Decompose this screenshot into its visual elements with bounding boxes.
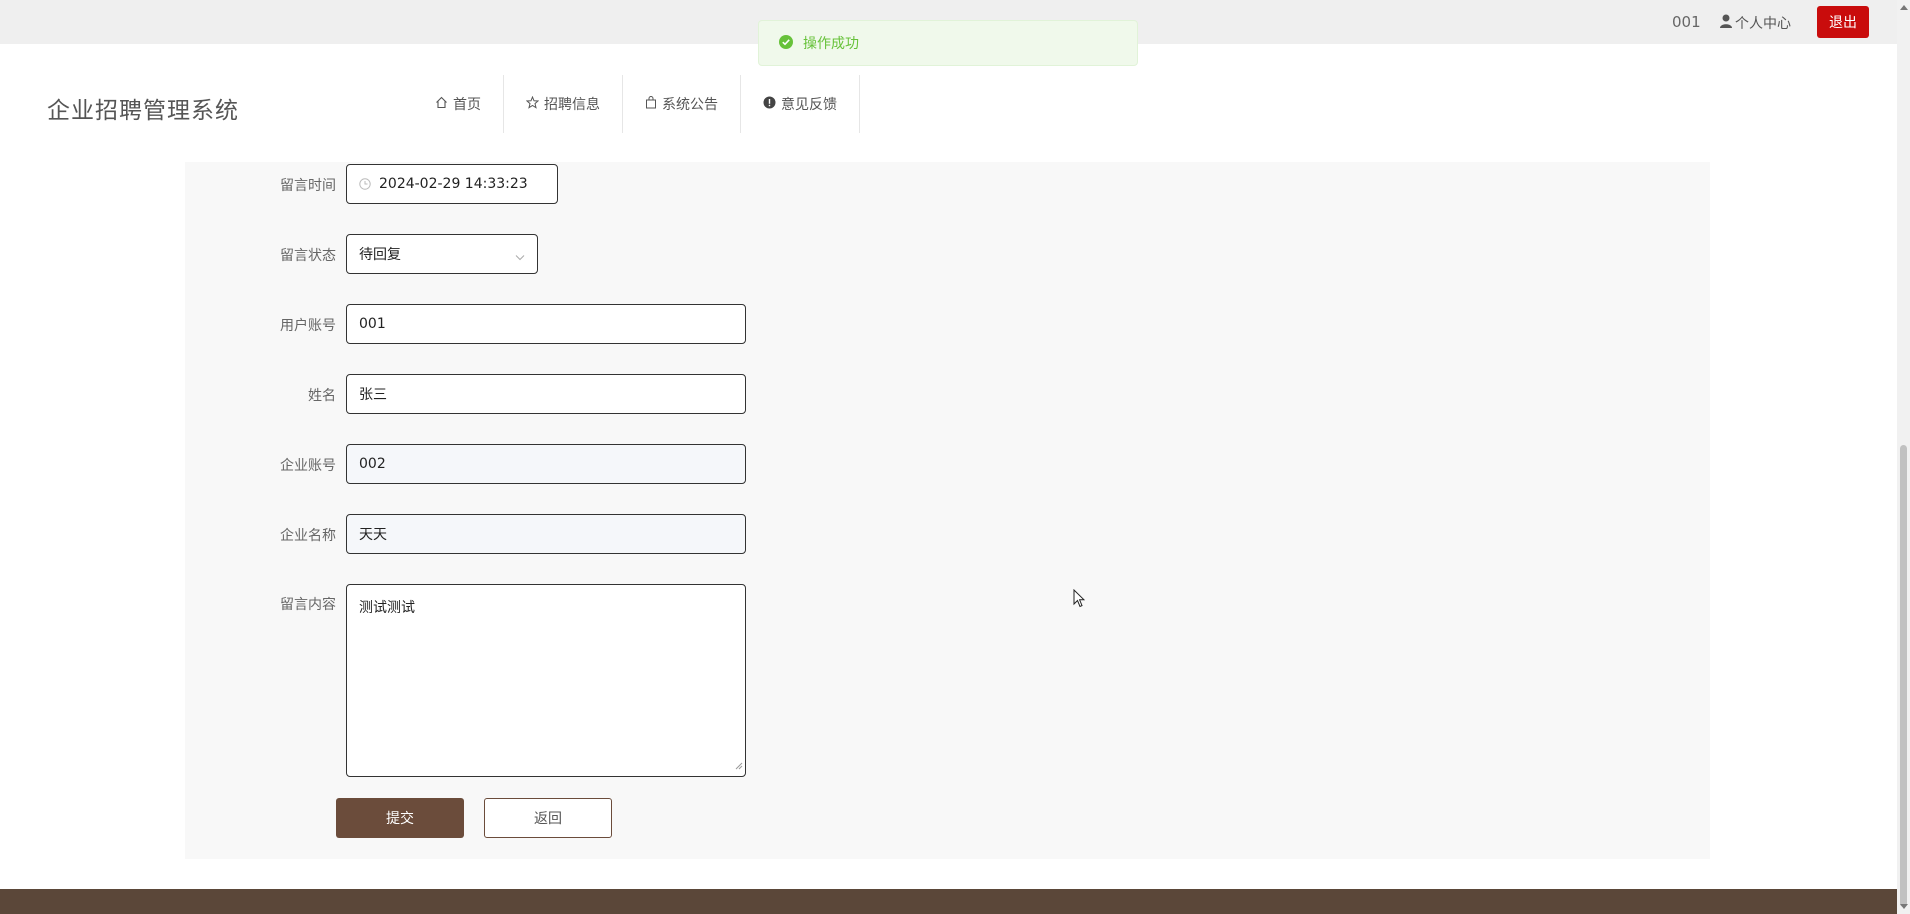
scrollbar-thumb[interactable] — [1900, 445, 1907, 907]
username-label: 001 — [1672, 13, 1701, 31]
message-content-label: 留言内容 — [280, 597, 336, 613]
submit-button[interactable]: 提交 — [336, 798, 464, 838]
nav-label: 招聘信息 — [544, 97, 600, 113]
company-account-label: 企业账号 — [280, 458, 336, 474]
success-toast: 操作成功 — [758, 20, 1138, 66]
star-icon — [525, 95, 540, 113]
message-content-value: 测试测试 — [359, 600, 415, 616]
user-account-input[interactable]: 001 — [346, 304, 746, 344]
nav-item-jobs[interactable]: 招聘信息 — [504, 75, 623, 133]
clock-icon — [359, 178, 371, 190]
user-account-label: 用户账号 — [280, 318, 336, 334]
home-icon — [435, 96, 448, 113]
message-status-value: 待回复 — [359, 247, 401, 263]
nav-item-feedback[interactable]: 意见反馈 — [741, 75, 860, 133]
nav-label: 意见反馈 — [781, 97, 837, 113]
user-icon — [1720, 14, 1732, 32]
mouse-cursor-icon — [1073, 588, 1086, 612]
scroll-up-icon[interactable] — [1900, 5, 1908, 10]
nav-label: 系统公告 — [662, 97, 718, 113]
message-time-label: 留言时间 — [280, 178, 336, 194]
company-name-label: 企业名称 — [280, 528, 336, 544]
alert-icon — [763, 96, 776, 113]
nav-item-announcements[interactable]: 系统公告 — [623, 75, 741, 133]
name-input[interactable]: 张三 — [346, 374, 746, 414]
profile-label: 个人中心 — [1735, 16, 1791, 32]
name-label: 姓名 — [308, 388, 336, 404]
back-button[interactable]: 返回 — [484, 798, 612, 838]
message-content-textarea[interactable]: 测试测试 — [346, 584, 746, 777]
message-time-field[interactable]: 2024-02-29 14:33:23 — [346, 164, 558, 204]
message-status-label: 留言状态 — [280, 248, 336, 264]
page-scrollbar[interactable] — [1897, 0, 1910, 914]
nav-item-home[interactable]: 首页 — [413, 75, 504, 133]
site-title: 企业招聘管理系统 — [47, 98, 239, 124]
bag-icon — [645, 95, 657, 113]
profile-link[interactable]: 个人中心 — [1720, 13, 1791, 33]
main-nav: 首页 招聘信息 系统公告 意见反馈 — [413, 75, 860, 133]
nav-label: 首页 — [453, 97, 481, 113]
message-status-select[interactable]: 待回复 — [346, 234, 538, 274]
company-name-input[interactable]: 天天 — [346, 514, 746, 554]
resize-grip-icon[interactable] — [735, 758, 743, 774]
company-account-input[interactable]: 002 — [346, 444, 746, 484]
message-time-value: 2024-02-29 14:33:23 — [379, 176, 528, 192]
check-circle-icon — [779, 34, 793, 53]
chevron-down-icon — [515, 249, 525, 265]
toast-message: 操作成功 — [803, 36, 859, 52]
scroll-down-icon[interactable] — [1900, 904, 1908, 909]
logout-button[interactable]: 退出 — [1817, 6, 1869, 38]
footer-bar — [0, 889, 1897, 914]
